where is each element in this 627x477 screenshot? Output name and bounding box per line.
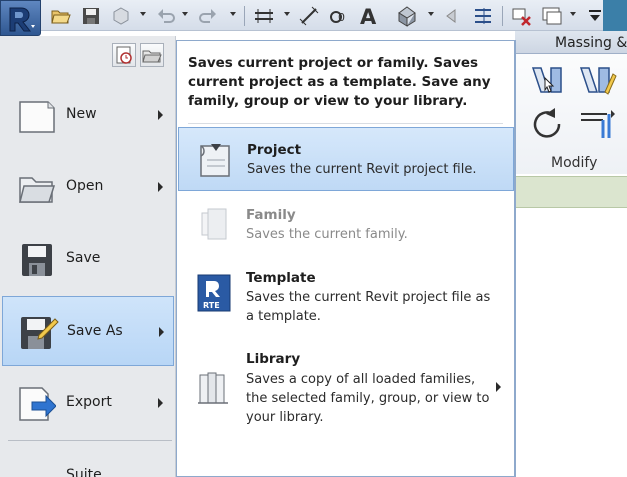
modify-panel-label: Modify — [551, 155, 598, 171]
redo-icon[interactable] — [197, 5, 219, 27]
submenu-divider — [188, 123, 503, 124]
submenu-item-library[interactable]: Library Saves a copy of all loaded famil… — [178, 341, 514, 435]
svg-text:0: 0 — [338, 11, 345, 24]
sync-dropdown-icon[interactable] — [140, 12, 146, 16]
menu-item-label: Export — [66, 394, 112, 410]
quick-access-toolbar: 0 A — [0, 0, 627, 31]
revit-logo-icon — [9, 7, 35, 32]
menu-item-save-as[interactable]: Save As — [2, 296, 174, 366]
submenu-arrow-icon — [158, 398, 163, 408]
menu-item-suite-partial[interactable]: Suite — [66, 468, 102, 477]
close-hidden-windows-icon[interactable] — [510, 5, 532, 27]
measure-icon[interactable] — [253, 5, 275, 27]
submenu-description: Saves current project or family. Saves c… — [188, 55, 491, 109]
submenu-arrow-icon — [496, 382, 501, 392]
open-folder-icon — [18, 170, 56, 206]
project-icon — [197, 140, 233, 180]
svg-text:A: A — [360, 5, 377, 27]
rte-template-icon: RTE — [196, 273, 232, 313]
ribbon-tab-row: Massing & — [515, 31, 627, 54]
submenu-item-title: Project — [247, 142, 302, 158]
open-icon[interactable] — [50, 5, 72, 27]
aligned-dimension-icon[interactable] — [298, 5, 320, 27]
section-icon[interactable] — [442, 5, 464, 27]
submenu-item-description: Saves the current family. — [246, 227, 408, 242]
toolbar-separator — [244, 6, 245, 26]
menu-item-label: Save — [66, 250, 101, 266]
rotate-icon[interactable] — [529, 106, 565, 142]
menu-item-new[interactable]: New — [2, 84, 174, 148]
submenu-item-title: Template — [246, 270, 316, 286]
text-icon[interactable]: A — [358, 5, 380, 29]
switch-windows-icon[interactable] — [541, 5, 563, 27]
sync-icon[interactable] — [110, 5, 132, 27]
menu-item-save[interactable]: Save — [2, 228, 174, 292]
submenu-item-description: Saves a copy of all loaded families, the… — [246, 372, 490, 425]
3d-view-icon[interactable] — [396, 5, 418, 27]
menu-divider — [8, 440, 172, 441]
thin-lines-icon[interactable] — [472, 5, 494, 27]
submenu-item-title: Family — [246, 207, 296, 223]
undo-dropdown-icon[interactable] — [182, 12, 188, 16]
floppy-disk-icon — [18, 242, 56, 278]
submenu-item-title: Library — [246, 351, 301, 367]
menu-item-open[interactable]: Open — [2, 156, 174, 220]
save-as-icon — [19, 313, 59, 349]
export-icon — [18, 386, 57, 422]
submenu-arrow-icon — [159, 327, 164, 337]
rte-label: RTE — [203, 301, 220, 310]
ribbon: Massing & Modify — [515, 31, 627, 477]
submenu-item-template[interactable]: RTE Template Saves the current Revit pro… — [178, 259, 514, 331]
open-documents-button[interactable] — [140, 43, 164, 67]
window-titlebar-edge — [603, 0, 627, 31]
family-icon — [196, 205, 232, 245]
menu-item-label: Save As — [67, 323, 123, 339]
offset-icon[interactable] — [577, 106, 617, 142]
submenu-arrow-icon — [158, 182, 163, 192]
menu-item-label: Open — [66, 178, 104, 194]
new-document-icon — [18, 98, 56, 134]
spot-elevation-icon[interactable]: 0 — [328, 5, 350, 27]
application-menu-button[interactable] — [0, 0, 41, 36]
switch-windows-dropdown-icon[interactable] — [570, 12, 576, 16]
tab-massing[interactable]: Massing & — [555, 35, 627, 51]
measure-dropdown-icon[interactable] — [284, 12, 290, 16]
undo-icon[interactable] — [155, 5, 177, 27]
save-icon[interactable] — [80, 5, 102, 27]
submenu-item-description: Saves the current Revit project file as … — [246, 290, 491, 324]
submenu-item-family: Family Saves the current family. — [178, 193, 514, 257]
select-links-icon[interactable] — [529, 62, 565, 98]
menu-item-label: New — [66, 106, 97, 122]
redo-dropdown-icon[interactable] — [230, 12, 236, 16]
options-bar — [515, 176, 627, 208]
modify-properties-icon[interactable] — [577, 62, 617, 98]
3d-view-dropdown-icon[interactable] — [428, 12, 434, 16]
submenu-arrow-icon — [158, 110, 163, 120]
save-as-submenu: Saves current project or family. Saves c… — [176, 40, 516, 477]
recent-documents-button[interactable] — [112, 43, 136, 67]
toolbar-separator — [502, 6, 503, 26]
submenu-item-project[interactable]: Project Saves the current Revit project … — [178, 127, 514, 191]
library-books-icon — [196, 367, 232, 407]
submenu-item-description: Saves the current Revit project file. — [247, 162, 477, 177]
menu-item-export[interactable]: Export — [2, 372, 174, 436]
